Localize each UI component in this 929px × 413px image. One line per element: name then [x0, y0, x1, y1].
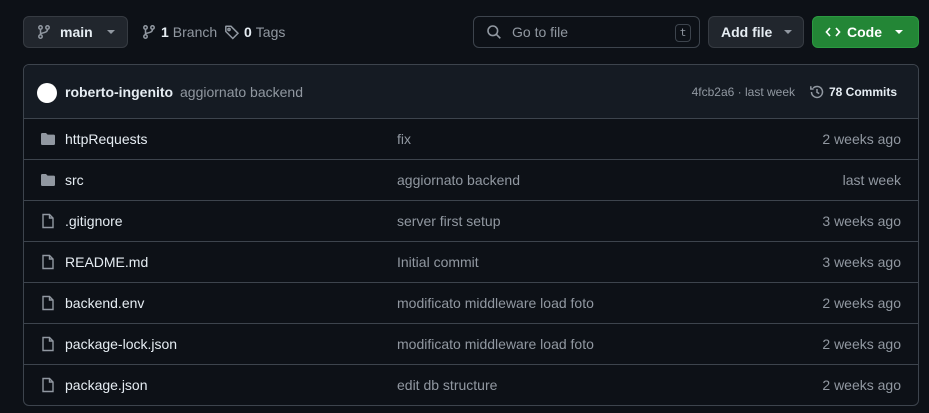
file-name-link[interactable]: package.json: [65, 377, 148, 393]
file-row[interactable]: package-lock.json modificato middleware l…: [24, 323, 918, 364]
branch-selector-button[interactable]: main: [23, 16, 128, 48]
branches-link[interactable]: 1 Branch: [141, 16, 217, 48]
file-icon: [40, 295, 56, 314]
chevron-down-icon: [784, 30, 793, 34]
branches-count: 1: [161, 24, 169, 40]
search-input[interactable]: [510, 23, 664, 41]
file-commit-date: 3 weeks ago: [822, 213, 901, 229]
file-name-link[interactable]: README.md: [65, 254, 148, 270]
commit-message[interactable]: aggiornato backend: [180, 84, 303, 100]
history-icon: [809, 84, 825, 100]
add-file-label: Add file: [721, 24, 773, 40]
file-commit-date: 2 weeks ago: [822, 336, 901, 352]
latest-commit-bar: roberto-ingenito aggiornato backend 4fcb…: [24, 65, 918, 119]
file-browser: roberto-ingenito aggiornato backend 4fcb…: [23, 64, 919, 406]
file-row[interactable]: README.md Initial commit 3 weeks ago: [24, 241, 918, 282]
file-name-link[interactable]: src: [65, 172, 84, 188]
chevron-down-icon: [106, 30, 115, 34]
file-commit-date: 2 weeks ago: [822, 377, 901, 393]
code-icon: [825, 24, 841, 40]
file-commit-date: 3 weeks ago: [822, 254, 901, 270]
file-row[interactable]: backend.env modificato middleware load fo…: [24, 282, 918, 323]
file-commit-message[interactable]: modificato middleware load foto: [397, 295, 594, 311]
branches-label: Branch: [172, 24, 218, 40]
avatar[interactable]: [37, 83, 57, 103]
file-name-link[interactable]: .gitignore: [65, 213, 123, 229]
file-icon: [40, 336, 56, 355]
tags-count: 0: [244, 24, 252, 40]
add-file-button[interactable]: Add file: [708, 16, 804, 48]
file-row[interactable]: src aggiornato backend last week: [24, 159, 918, 200]
code-button[interactable]: Code: [812, 16, 919, 48]
folder-icon: [40, 172, 56, 191]
file-commit-message[interactable]: aggiornato backend: [397, 172, 520, 188]
file-commit-message[interactable]: Initial commit: [397, 254, 479, 270]
branch-name: main: [60, 24, 93, 40]
tags-label: Tags: [255, 24, 286, 40]
commit-sha[interactable]: 4fcb2a6 · last week: [692, 85, 795, 99]
folder-icon: [40, 131, 56, 150]
file-icon: [40, 377, 56, 396]
file-row[interactable]: package.json edit db structure 2 weeks ago: [24, 364, 918, 405]
commits-count-label: 78 Commits: [828, 84, 897, 99]
commit-author[interactable]: roberto-ingenito: [65, 84, 173, 100]
tags-link[interactable]: 0 Tags: [224, 16, 285, 48]
file-commit-message[interactable]: edit db structure: [397, 377, 497, 393]
file-row[interactable]: httpRequests fix 2 weeks ago: [24, 119, 918, 159]
file-name-link[interactable]: backend.env: [65, 295, 144, 311]
file-commit-message[interactable]: modificato middleware load foto: [397, 336, 594, 352]
file-commit-message[interactable]: fix: [397, 131, 411, 147]
keyboard-shortcut-hint: t: [675, 24, 691, 42]
git-branch-icon: [141, 24, 157, 40]
file-commit-date: last week: [842, 172, 901, 188]
file-name-link[interactable]: httpRequests: [65, 131, 148, 147]
file-icon: [40, 254, 56, 273]
tag-icon: [224, 24, 240, 40]
file-name-link[interactable]: package-lock.json: [65, 336, 177, 352]
file-row[interactable]: .gitignore server first setup 3 weeks ago: [24, 200, 918, 241]
file-icon: [40, 213, 56, 232]
file-commit-message[interactable]: server first setup: [397, 213, 500, 229]
file-commit-date: 2 weeks ago: [822, 131, 901, 147]
file-commit-date: 2 weeks ago: [822, 295, 901, 311]
go-to-file-search[interactable]: t: [473, 16, 700, 48]
search-icon: [486, 24, 502, 40]
code-label: Code: [847, 24, 882, 40]
commits-history-link[interactable]: 78 Commits: [809, 84, 897, 100]
git-branch-icon: [36, 24, 52, 40]
file-list: httpRequests fix 2 weeks ago src aggiornato …: [24, 119, 918, 405]
chevron-down-icon: [895, 30, 903, 34]
